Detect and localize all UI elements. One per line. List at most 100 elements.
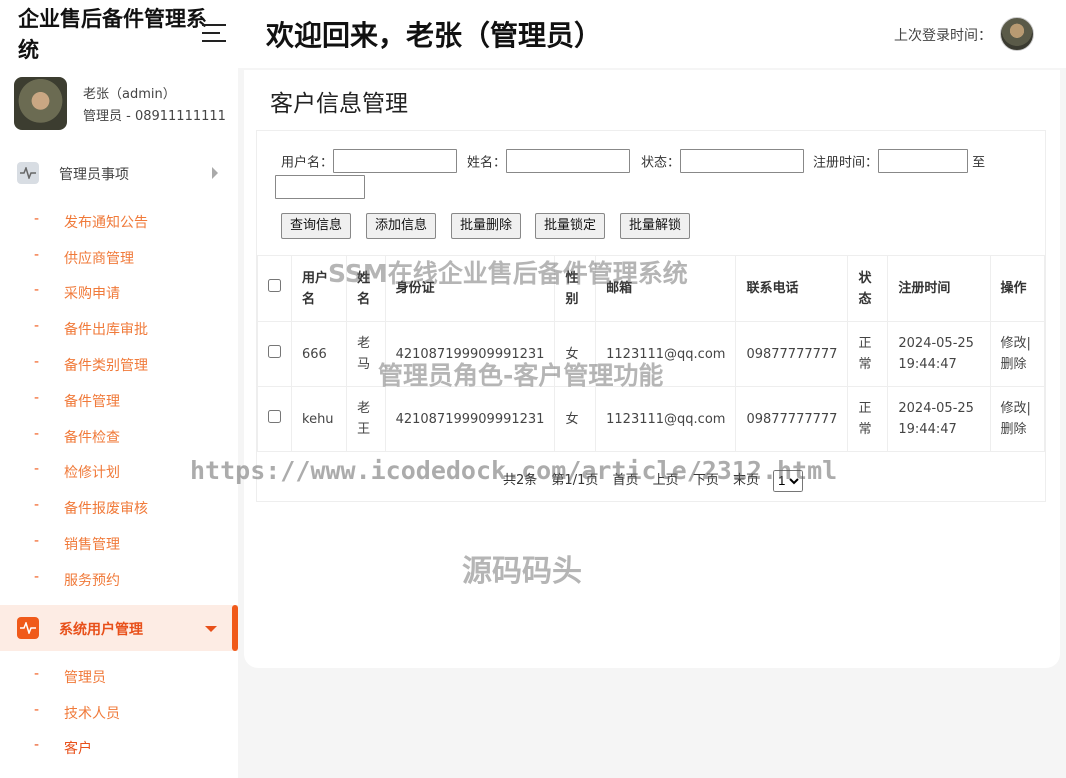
cell-status: 正常 bbox=[847, 386, 889, 452]
dash-icon: - bbox=[34, 666, 40, 682]
row-checkbox[interactable] bbox=[268, 344, 281, 358]
menu-group-admin-tasks[interactable]: 管理员事项 bbox=[0, 150, 238, 196]
menu-item-label: 供应商管理 bbox=[64, 251, 134, 267]
menu-item-supplier[interactable]: - 供应商管理 bbox=[0, 242, 238, 272]
batch-lock-button[interactable]: 批量锁定 bbox=[535, 213, 606, 239]
pager-page-info: 第1/1页 bbox=[551, 473, 599, 488]
menu-group-label: 系统用户管理 bbox=[59, 622, 143, 638]
select-all-checkbox[interactable] bbox=[268, 279, 281, 292]
menu-item-admins[interactable]: - 管理员 bbox=[0, 661, 238, 691]
menu-item-label: 服务预约 bbox=[64, 573, 120, 589]
column-header: 邮箱 bbox=[595, 255, 737, 322]
page-select[interactable]: 1 bbox=[773, 469, 804, 492]
app-title: 企业售后备件管理系统 bbox=[18, 7, 207, 62]
username-input[interactable] bbox=[333, 149, 458, 173]
cell-actions: 修改| 删除 bbox=[989, 386, 1046, 452]
menu-item-inspection[interactable]: - 备件检查 bbox=[0, 421, 238, 451]
cell-email: 1123111@qq.com bbox=[595, 386, 737, 452]
header-avatar[interactable] bbox=[1000, 17, 1034, 51]
name-field-group: 姓名： bbox=[467, 149, 631, 173]
active-indicator bbox=[232, 605, 238, 651]
menu-item-label: 客户 bbox=[64, 741, 92, 757]
sidebar: 老张（admin） 管理员 - 08911111111 管理员事项 - 发布通知公… bbox=[0, 68, 238, 778]
profile-role: 管理员 - 08911111111 bbox=[83, 109, 226, 124]
dash-icon: - bbox=[34, 211, 40, 227]
page-title: 客户信息管理 bbox=[270, 91, 408, 117]
delete-link[interactable]: 删除 bbox=[1001, 422, 1027, 437]
menu-item-category[interactable]: - 备件类别管理 bbox=[0, 349, 238, 379]
pager-prev[interactable]: 上页 bbox=[653, 473, 679, 488]
table-header-row: 用户名 姓名 身份证 性别 邮箱 联系电话 状态 注册时间 操作 bbox=[257, 255, 1046, 322]
cell-name: 老王 bbox=[346, 386, 386, 452]
menu-group-system-users[interactable]: 系统用户管理 bbox=[0, 605, 238, 651]
menu-item-scrap[interactable]: - 备件报废审核 bbox=[0, 492, 238, 522]
menu-group-label: 管理员事项 bbox=[59, 167, 129, 183]
profile-name: 老张（admin） bbox=[83, 87, 176, 102]
menu-item-technicians[interactable]: - 技术人员 bbox=[0, 697, 238, 727]
add-button[interactable]: 添加信息 bbox=[366, 213, 437, 239]
dash-icon: - bbox=[34, 426, 40, 442]
dash-icon: - bbox=[34, 497, 40, 513]
regtime-end-input[interactable] bbox=[275, 175, 365, 199]
regtime-start-input[interactable] bbox=[878, 149, 969, 173]
column-header: 状态 bbox=[847, 255, 889, 322]
dash-icon: - bbox=[34, 461, 40, 477]
batch-delete-button[interactable]: 批量删除 bbox=[451, 213, 522, 239]
menu-item-notice[interactable]: - 发布通知公告 bbox=[0, 206, 238, 236]
dash-icon: - bbox=[34, 282, 40, 298]
query-button[interactable]: 查询信息 bbox=[281, 213, 352, 239]
menu-item-label: 备件检查 bbox=[64, 430, 120, 446]
dash-icon: - bbox=[34, 737, 40, 753]
activity-icon bbox=[17, 617, 39, 639]
pager-last[interactable]: 末页 bbox=[733, 473, 759, 488]
name-input[interactable] bbox=[506, 149, 631, 173]
select-all-cell bbox=[257, 255, 292, 322]
cell-id-card: 421087199909991231 bbox=[384, 321, 556, 387]
cell-id-card: 421087199909991231 bbox=[384, 386, 556, 452]
cell-gender: 女 bbox=[554, 386, 597, 452]
menu-item-sales[interactable]: - 销售管理 bbox=[0, 528, 238, 558]
menu-item-maintenance[interactable]: - 检修计划 bbox=[0, 456, 238, 486]
chevron-down-icon bbox=[205, 626, 217, 632]
menu-item-outbound[interactable]: - 备件出库审批 bbox=[0, 313, 238, 343]
cell-phone: 09877777777 bbox=[735, 386, 849, 452]
regtime-label: 注册时间： bbox=[813, 155, 879, 171]
dash-icon: - bbox=[34, 247, 40, 263]
pagination: 共2条 第1/1页 首页 上页 下页 末页 1 bbox=[503, 469, 804, 492]
edit-link[interactable]: 修改 bbox=[1001, 336, 1027, 351]
regtime-end-group bbox=[275, 175, 365, 199]
delete-link[interactable]: 删除 bbox=[1001, 357, 1027, 372]
menu-item-label: 技术人员 bbox=[64, 706, 120, 722]
menu-item-label: 备件管理 bbox=[64, 394, 120, 410]
menu-item-service[interactable]: - 服务预约 bbox=[0, 564, 238, 594]
menu-toggle-icon[interactable] bbox=[202, 24, 226, 44]
menu-item-purchase[interactable]: - 采购申请 bbox=[0, 277, 238, 307]
action-separator: | bbox=[1026, 401, 1031, 416]
row-checkbox[interactable] bbox=[268, 409, 281, 423]
activity-icon bbox=[17, 162, 39, 184]
pager-first[interactable]: 首页 bbox=[613, 473, 639, 488]
dash-icon: - bbox=[34, 390, 40, 406]
to-label: 至 bbox=[972, 155, 986, 171]
dash-icon: - bbox=[34, 702, 40, 718]
top-header: 企业售后备件管理系统 欢迎回来，老张（管理员） 上次登录时间： bbox=[0, 0, 1066, 68]
name-label: 姓名： bbox=[467, 155, 507, 171]
cell-actions: 修改| 删除 bbox=[989, 321, 1046, 387]
column-header: 注册时间 bbox=[887, 255, 991, 322]
column-header: 操作 bbox=[989, 255, 1046, 322]
row-select-cell bbox=[257, 386, 292, 452]
menu-item-label: 管理员 bbox=[64, 670, 106, 686]
menu-item-customers[interactable]: - 客户 bbox=[0, 732, 238, 762]
batch-unlock-button[interactable]: 批量解锁 bbox=[620, 213, 691, 239]
column-header: 姓名 bbox=[346, 255, 386, 322]
customer-table: 用户名 姓名 身份证 性别 邮箱 联系电话 状态 注册时间 操作 666 老马 … bbox=[257, 255, 1046, 452]
menu-item-parts[interactable]: - 备件管理 bbox=[0, 385, 238, 415]
pager-next[interactable]: 下页 bbox=[693, 473, 719, 488]
column-header: 用户名 bbox=[290, 255, 348, 322]
edit-link[interactable]: 修改 bbox=[1001, 401, 1027, 416]
status-label: 状态： bbox=[641, 155, 681, 171]
column-header: 身份证 bbox=[384, 255, 556, 322]
welcome-heading: 欢迎回来，老张（管理员） bbox=[266, 19, 603, 52]
status-input[interactable] bbox=[680, 149, 805, 173]
row-select-cell bbox=[257, 321, 292, 387]
